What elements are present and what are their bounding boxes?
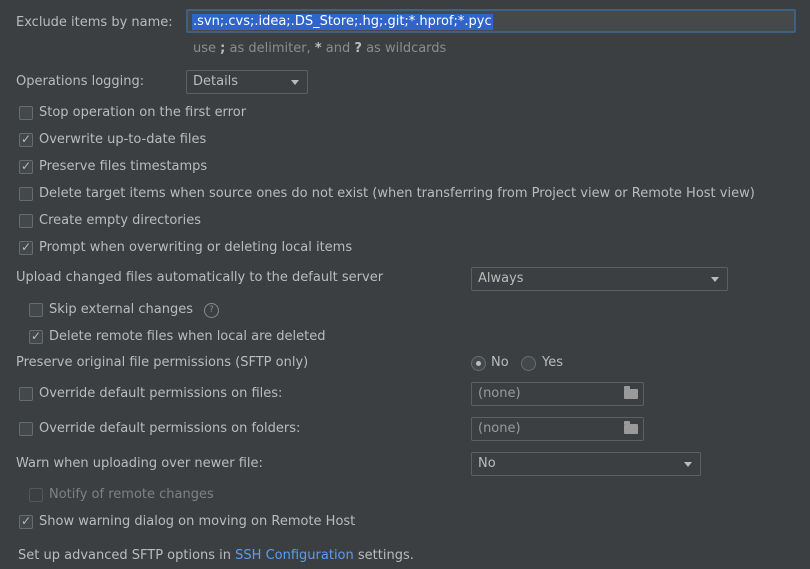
show-warning-checkbox[interactable]: ✓ <box>19 514 33 529</box>
folder-icon[interactable] <box>624 386 638 399</box>
create-empty-dirs-checkbox[interactable] <box>19 214 33 228</box>
radio-selected-dot <box>476 361 481 366</box>
overwrite-up-to-date-label[interactable]: Overwrite up-to-date files <box>39 132 206 148</box>
exclude-input[interactable]: .svn;.cvs;.idea;.DS_Store;.hg;.git;*.hpr… <box>186 9 796 33</box>
chevron-down-icon <box>711 277 719 282</box>
exclude-input-value[interactable]: .svn;.cvs;.idea;.DS_Store;.hg;.git;*.hpr… <box>192 14 493 30</box>
prompt-overwriting-label[interactable]: Prompt when overwriting or deleting loca… <box>39 240 352 256</box>
stop-first-error-label[interactable]: Stop operation on the first error <box>39 105 246 121</box>
delete-remote-label[interactable]: Delete remote files when local are delet… <box>49 329 325 345</box>
create-empty-dirs-label[interactable]: Create empty directories <box>39 213 201 229</box>
folders-permissions-value: (none) <box>478 421 521 436</box>
preserve-timestamps-label[interactable]: Preserve files timestamps <box>39 159 207 175</box>
notify-remote-checkbox[interactable] <box>29 488 43 502</box>
upload-auto-value: Always <box>478 271 524 286</box>
permissions-yes-label[interactable]: Yes <box>542 355 563 371</box>
check-icon: ✓ <box>20 240 32 254</box>
chevron-down-icon <box>684 462 692 467</box>
delete-target-label[interactable]: Delete target items when source ones do … <box>39 186 755 202</box>
upload-auto-label: Upload changed files automatically to th… <box>16 270 384 285</box>
files-permissions-value: (none) <box>478 386 521 401</box>
delete-target-checkbox[interactable] <box>19 187 33 201</box>
overwrite-up-to-date-checkbox[interactable]: ✓ <box>19 132 33 147</box>
operations-logging-label: Operations logging: <box>16 74 145 89</box>
files-permissions-field[interactable]: (none) <box>471 382 644 406</box>
warn-newer-label: Warn when uploading over newer file: <box>16 456 263 471</box>
footer-suffix: settings. <box>357 548 414 563</box>
override-folders-checkbox[interactable] <box>19 422 33 436</box>
footer-text: Set up advanced SFTP options in SSH Conf… <box>18 548 414 564</box>
skip-external-label[interactable]: Skip external changes <box>49 302 193 318</box>
operations-logging-select[interactable]: Details <box>186 70 308 94</box>
permissions-no-radio[interactable] <box>471 356 486 371</box>
override-files-checkbox[interactable] <box>19 387 33 401</box>
footer-prefix: Set up advanced SFTP options in <box>18 548 232 563</box>
check-icon: ✓ <box>20 159 32 173</box>
show-warning-label[interactable]: Show warning dialog on moving on Remote … <box>39 514 355 530</box>
override-files-label[interactable]: Override default permissions on files: <box>39 386 282 402</box>
check-icon: ✓ <box>30 329 42 343</box>
preserve-permissions-label: Preserve original file permissions (SFTP… <box>16 355 309 370</box>
check-icon: ✓ <box>20 514 32 528</box>
exclude-hint: use ; as delimiter, * and ? as wildcards <box>193 41 447 56</box>
folder-icon[interactable] <box>624 421 638 434</box>
operations-logging-value: Details <box>193 74 239 89</box>
chevron-down-icon <box>291 80 299 85</box>
exclude-label: Exclude items by name: <box>16 15 173 30</box>
help-icon[interactable]: ? <box>204 303 219 318</box>
permissions-no-label[interactable]: No <box>491 355 509 371</box>
preserve-timestamps-checkbox[interactable]: ✓ <box>19 159 33 174</box>
folders-permissions-field[interactable]: (none) <box>471 417 644 441</box>
skip-external-checkbox[interactable] <box>29 303 43 317</box>
ssh-configuration-link[interactable]: SSH Configuration <box>235 548 354 563</box>
warn-newer-value: No <box>478 456 496 471</box>
prompt-overwriting-checkbox[interactable]: ✓ <box>19 240 33 255</box>
notify-remote-label[interactable]: Notify of remote changes <box>49 487 214 503</box>
override-folders-label[interactable]: Override default permissions on folders: <box>39 421 300 437</box>
upload-auto-select[interactable]: Always <box>471 267 728 291</box>
stop-first-error-checkbox[interactable] <box>19 106 33 120</box>
check-icon: ✓ <box>20 132 32 146</box>
warn-newer-select[interactable]: No <box>471 452 701 476</box>
permissions-yes-radio[interactable] <box>521 356 536 371</box>
delete-remote-checkbox[interactable]: ✓ <box>29 329 43 344</box>
